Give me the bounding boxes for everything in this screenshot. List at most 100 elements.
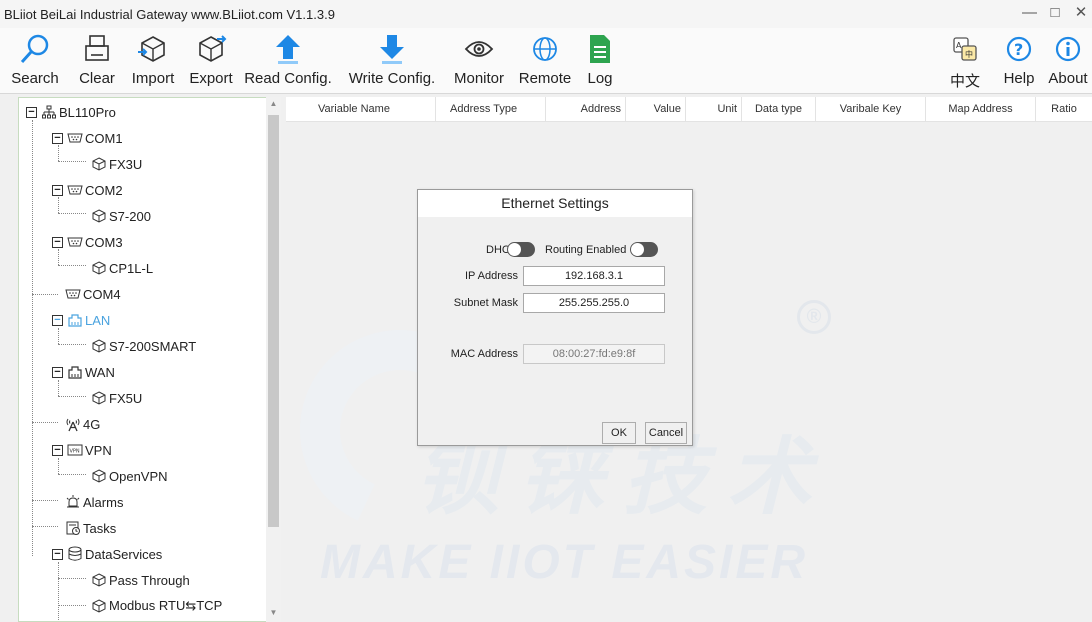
dialog-title: Ethernet Settings xyxy=(418,190,692,217)
clear-label: Clear xyxy=(79,70,115,87)
tree-connector xyxy=(58,213,86,214)
about-button[interactable]: About xyxy=(1044,32,1092,92)
printer-icon xyxy=(80,32,114,66)
tree-item-4g[interactable]: 4G xyxy=(64,413,100,435)
monitor-label: Monitor xyxy=(453,70,505,87)
toggle-knob xyxy=(508,243,521,256)
tree-connector xyxy=(58,344,86,345)
routing-enabled-toggle[interactable] xyxy=(630,242,658,257)
table-header: Variable Name Address Type Address Value… xyxy=(286,97,1092,122)
tree-item-label: COM1 xyxy=(85,130,123,146)
column-header[interactable]: Varibale Key xyxy=(816,97,926,122)
alarm-icon xyxy=(64,494,82,510)
upload-arrow-icon xyxy=(271,32,305,66)
ok-button[interactable]: OK xyxy=(602,422,636,444)
collapse-toggle[interactable]: − xyxy=(52,444,63,456)
tree-item-fx5u[interactable]: FX5U xyxy=(90,387,142,409)
dhcp-toggle[interactable] xyxy=(507,242,535,257)
cancel-button[interactable]: Cancel xyxy=(645,422,687,444)
log-button[interactable]: Log xyxy=(580,32,620,92)
scroll-thumb[interactable] xyxy=(268,115,279,527)
column-header[interactable]: Address xyxy=(546,97,626,122)
remote-button[interactable]: Remote xyxy=(514,32,576,92)
read-config-button[interactable]: Read Config. xyxy=(240,32,336,92)
ethernet-icon xyxy=(66,364,84,380)
tree-item-dataservices[interactable]: − DataServices xyxy=(52,543,162,565)
column-header[interactable]: Map Address xyxy=(926,97,1036,122)
tree-item-openvpn[interactable]: OpenVPN xyxy=(90,465,168,487)
import-button[interactable]: Import xyxy=(124,32,182,92)
collapse-toggle[interactable]: − xyxy=(52,366,63,378)
tree-item-pass-through[interactable]: Pass Through xyxy=(90,569,190,591)
close-button[interactable]: ✕ xyxy=(1074,4,1088,22)
device-cube-icon xyxy=(90,598,108,614)
tree-item-wan[interactable]: − WAN xyxy=(52,361,115,383)
document-icon xyxy=(583,32,617,66)
scroll-up-icon[interactable]: ▲ xyxy=(268,99,279,111)
tree-item-label: WAN xyxy=(85,364,115,380)
collapse-toggle[interactable]: − xyxy=(52,314,63,326)
tree-item-alarms[interactable]: Alarms xyxy=(64,491,123,513)
tree-item-com4[interactable]: COM4 xyxy=(64,283,121,305)
language-button[interactable]: 中A 中文 xyxy=(948,32,982,92)
column-header[interactable]: Value xyxy=(626,97,686,122)
tree-item-label: LAN xyxy=(85,312,111,328)
minimize-button[interactable]: — xyxy=(1022,4,1037,22)
tree-item-com2[interactable]: − COM2 xyxy=(52,179,123,201)
tree-connector xyxy=(58,605,86,606)
column-header[interactable]: Address Type xyxy=(436,97,546,122)
tree-item-s7-200[interactable]: S7-200 xyxy=(90,205,151,227)
registered-mark: ® xyxy=(797,300,831,334)
import-label: Import xyxy=(131,70,175,87)
help-button[interactable]: ? Help xyxy=(998,32,1040,92)
tree-connector xyxy=(32,526,58,527)
subnet-mask-field[interactable] xyxy=(523,293,665,313)
tree-item-com1[interactable]: − COM1 xyxy=(52,127,123,149)
collapse-toggle[interactable]: − xyxy=(26,106,37,118)
tree-item-label: FX3U xyxy=(109,156,143,172)
tree-item-vpn[interactable]: − VPN VPN xyxy=(52,439,112,461)
device-cube-icon xyxy=(90,338,108,354)
write-config-button[interactable]: Write Config. xyxy=(340,32,444,92)
tree-item-s7-200smart[interactable]: S7-200SMART xyxy=(90,335,196,357)
tree-item-fx3u[interactable]: FX3U xyxy=(90,153,142,175)
collapse-toggle[interactable]: − xyxy=(52,184,63,196)
tree-item-label: FX5U xyxy=(109,390,143,406)
tree-item-tasks[interactable]: Tasks xyxy=(64,517,116,539)
clear-button[interactable]: Clear xyxy=(72,32,122,92)
tree-connector xyxy=(58,396,86,397)
column-header[interactable]: Ratio xyxy=(1036,97,1092,122)
device-tree: − BL110Pro − COM1 FX3U − COM2 S7-200 − C… xyxy=(18,97,281,622)
tree-item-label: OpenVPN xyxy=(109,468,168,484)
export-label: Export xyxy=(189,70,233,87)
antenna-icon xyxy=(64,416,82,432)
scroll-down-icon[interactable]: ▼ xyxy=(268,608,279,620)
column-header[interactable]: Variable Name xyxy=(286,97,436,122)
ip-address-field[interactable] xyxy=(523,266,665,286)
svg-text:?: ? xyxy=(1014,40,1023,59)
maximize-button[interactable]: □ xyxy=(1048,4,1062,22)
search-button[interactable]: Search xyxy=(0,32,70,92)
toggle-knob xyxy=(631,243,644,256)
language-icon: 中A xyxy=(948,32,982,66)
collapse-toggle[interactable]: − xyxy=(52,132,63,144)
column-header[interactable]: Unit xyxy=(686,97,742,122)
column-header[interactable]: Data type xyxy=(742,97,816,122)
monitor-button[interactable]: Monitor xyxy=(446,32,512,92)
write-config-label: Write Config. xyxy=(348,70,436,87)
tree-item-com3[interactable]: − COM3 xyxy=(52,231,123,253)
tree-item-label: COM2 xyxy=(85,182,123,198)
collapse-toggle[interactable]: − xyxy=(52,548,63,560)
collapse-toggle[interactable]: − xyxy=(52,236,63,248)
tree-item-cp1l-l[interactable]: CP1L-L xyxy=(90,257,153,279)
tree-item-lan[interactable]: − LAN xyxy=(52,309,110,331)
info-icon xyxy=(1051,32,1085,66)
watermark-slogan: MAKE IIOT EASIER xyxy=(320,536,809,589)
device-cube-icon xyxy=(90,390,108,406)
tree-scrollbar[interactable]: ▲ ▼ xyxy=(266,97,281,622)
tree-item-bl110pro[interactable]: − BL110Pro xyxy=(26,101,116,123)
tree-item-label: VPN xyxy=(85,442,112,458)
tree-item-modbus-rtu-tcp[interactable]: Modbus RTU⇆TCP xyxy=(90,595,222,617)
export-button[interactable]: Export xyxy=(184,32,238,92)
ethernet-icon xyxy=(66,312,84,328)
